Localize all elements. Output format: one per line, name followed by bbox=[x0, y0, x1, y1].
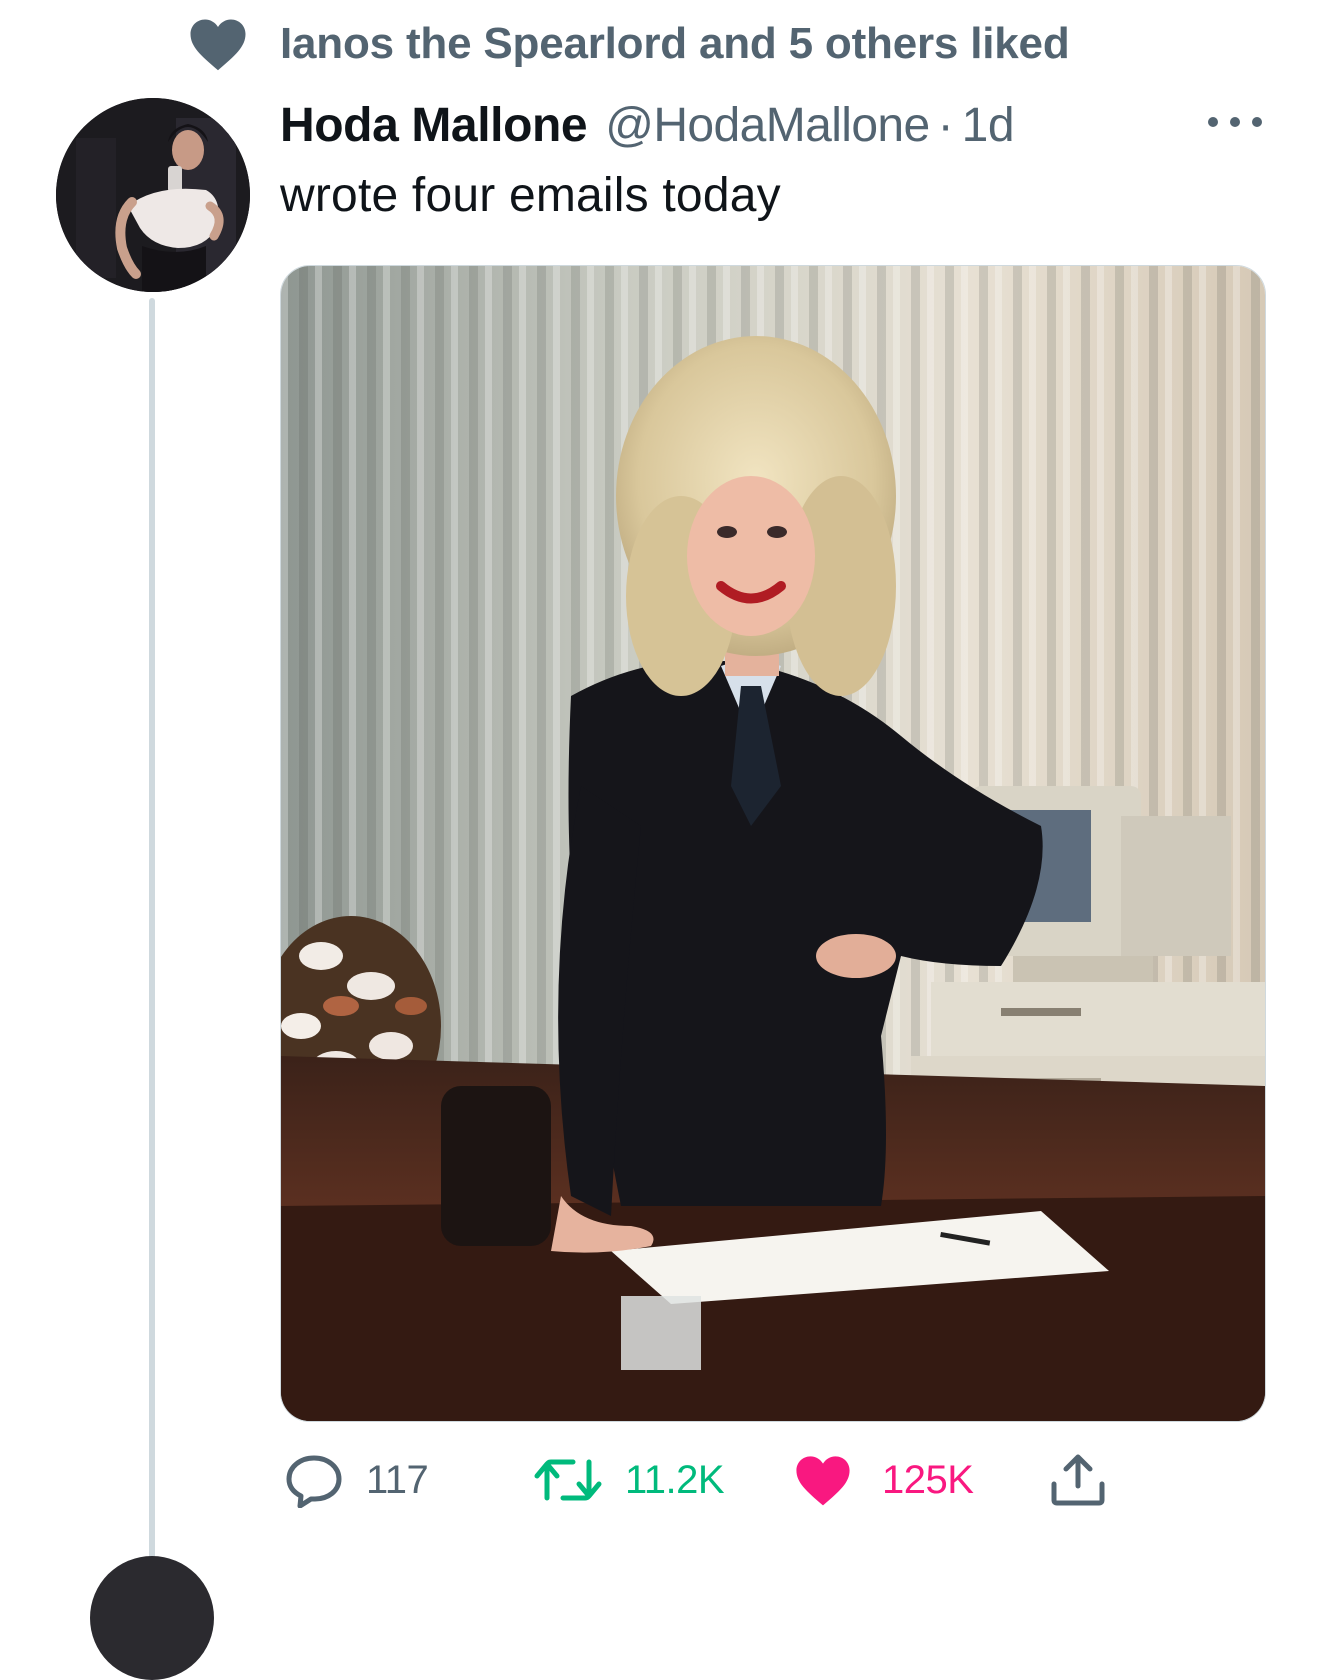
like-count: 125K bbox=[882, 1457, 974, 1502]
share-upload-icon bbox=[1051, 1454, 1105, 1506]
thread-line bbox=[149, 298, 155, 1581]
more-options-icon[interactable] bbox=[1206, 106, 1264, 138]
more-dot bbox=[1208, 117, 1218, 127]
liked-by-text: Ianos the Spearlord and 5 others liked bbox=[280, 19, 1070, 68]
user-handle[interactable]: @HodaMallone bbox=[605, 98, 930, 153]
heart-filled-icon bbox=[796, 1456, 850, 1506]
profile-photo bbox=[56, 98, 250, 292]
photo bbox=[281, 266, 1265, 1421]
display-name[interactable]: Hoda Mallone bbox=[280, 98, 588, 153]
tweet-media-photo[interactable] bbox=[280, 265, 1266, 1422]
separator-dot: · bbox=[937, 98, 954, 152]
tweet-text: wrote four emails today bbox=[280, 169, 781, 222]
next-avatar[interactable] bbox=[90, 1556, 214, 1680]
retweet-icon bbox=[534, 1459, 602, 1501]
reply-count: 117 bbox=[366, 1457, 429, 1502]
reply-bubble-icon bbox=[286, 1455, 342, 1508]
heart-icon bbox=[190, 19, 246, 71]
timestamp[interactable]: 1d bbox=[962, 98, 1015, 153]
more-dot bbox=[1252, 117, 1262, 127]
avatar[interactable] bbox=[56, 98, 250, 292]
retweet-button[interactable]: 11.2K bbox=[533, 1452, 725, 1508]
retweet-count: 11.2K bbox=[625, 1457, 725, 1502]
like-button[interactable]: 125K bbox=[794, 1452, 974, 1508]
social-context[interactable]: Ianos the Spearlord and 5 others liked bbox=[188, 14, 1070, 74]
share-button[interactable] bbox=[1048, 1452, 1108, 1508]
more-dot bbox=[1230, 117, 1240, 127]
tweet-header: Hoda Mallone @HodaMallone · 1d bbox=[280, 94, 1015, 156]
reply-button[interactable]: 117 bbox=[284, 1452, 429, 1508]
